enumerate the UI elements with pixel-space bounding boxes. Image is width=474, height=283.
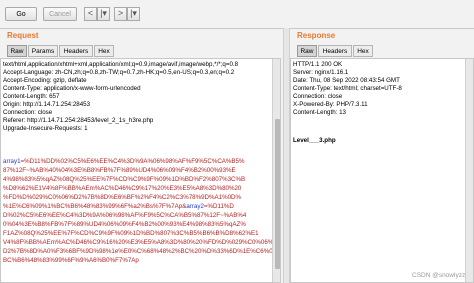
forward-button[interactable]: > (114, 7, 127, 21)
response-line: Connection: close (293, 93, 343, 100)
pane-splitter[interactable] (283, 28, 290, 283)
body-line: %1E%C6%09%1%BC%B6%48%83%99%6F%a2%Bs%7F%7… (3, 203, 234, 210)
tab-raw[interactable]: Raw (297, 45, 317, 57)
response-line: Content-Type: text/html; charset=UTF-8 (293, 85, 402, 92)
header-line: text/html,application/xhtml+xml,applicat… (3, 61, 239, 68)
param-value: %D11%D (207, 203, 234, 210)
body-line: %D8%62%E1V4%8F%BB%AEm%AC%D46%C9%17%20%E3… (3, 185, 242, 192)
body-line: 4%98%83%5%qAZ%08Q%25%EE%7F%CD%C9%9F%09%1… (3, 176, 246, 183)
chevron-down-icon: |▾ (130, 8, 137, 18)
request-title: Request (7, 31, 39, 40)
response-line: X-Powered-By: PHP/7.3.11 (293, 101, 368, 108)
toolbar: Go Cancel < |▾ > |▾ (0, 0, 474, 29)
tab-headers[interactable]: Headers (318, 45, 352, 57)
response-body-line: Level___3.php (293, 137, 336, 144)
cancel-button[interactable]: Cancel (43, 7, 77, 21)
header-line: Content-Length: 657 (3, 93, 60, 100)
request-scrollbar[interactable] (272, 59, 280, 282)
request-editor[interactable]: text/html,application/xhtml+xml,applicat… (0, 58, 281, 283)
forward-dropdown[interactable]: |▾ (127, 7, 140, 21)
back-dropdown[interactable]: |▾ (97, 7, 110, 21)
param-value: %D11%DD%02%C5%E6%EE%C4%3D%9A%06%98%AF%F9… (24, 158, 245, 165)
header-line: Referer: http://1.14.71.254:28453/level_… (3, 117, 154, 124)
response-line: Server: nginx/1.16.1 (293, 69, 349, 76)
response-editor[interactable]: HTTP/1.1 200 OK Server: nginx/1.16.1 Dat… (290, 58, 474, 283)
body-line: F1AZ%08Q%25%EE%7F%CD%C9%9F%09%1D%BD%807%… (3, 230, 259, 237)
tab-hex[interactable]: Hex (353, 45, 373, 57)
body-line: D%02%C5%E6%EE%C4%3D%9A%06%98%AF%F9%5C%CA… (3, 212, 247, 219)
tab-params[interactable]: Params (28, 45, 58, 57)
header-line: Accept-Encoding: gzip, deflate (3, 77, 87, 84)
body-line: array1=%D11%DD%02%C5%E6%EE%C4%3D%9A%06%9… (3, 158, 245, 166)
header-line: Origin: http://1.14.71.254:28453 (3, 101, 91, 108)
response-line: Content-Length: 13 (293, 109, 346, 116)
response-line: Date: Thu, 08 Sep 2022 08:43:54 GMT (293, 77, 400, 84)
chevron-down-icon: |▾ (100, 8, 107, 18)
body-line: 87%12F~%AB%40%04%3E%B8%FB%7F%89%UD4%06%0… (3, 167, 236, 174)
body-line: %FD%D%029%C0%06%D2%7B%8D%E6%BF%2%F4%C2%C… (3, 194, 241, 201)
back-button[interactable]: < (84, 7, 97, 21)
param-name-array2: array2 (186, 203, 204, 210)
tab-headers[interactable]: Headers (59, 45, 93, 57)
body-line: BC%B6%48%83%99%6F%9%A6%B0%F7%7Ap (3, 257, 139, 264)
response-line: HTTP/1.1 200 OK (293, 61, 343, 68)
header-line: Connection: close (3, 109, 53, 116)
body-line: D2%7B%8D%A0%F3%6BF%9D%98%1e%E0%C%68%48%2… (3, 248, 281, 255)
chevron-right-icon: > (117, 8, 124, 18)
header-line: Content-Type: application/x-www-form-url… (3, 85, 141, 92)
response-scrollbar[interactable] (465, 59, 473, 282)
tab-raw[interactable]: Raw (7, 45, 27, 57)
scrollbar-thumb[interactable] (275, 119, 280, 269)
header-line: Accept-Language: zh-CN,zh;q=0.8,zh-TW;q=… (3, 69, 235, 76)
tab-hex[interactable]: Hex (94, 45, 114, 57)
response-title: Response (297, 31, 336, 40)
go-button[interactable]: Go (5, 7, 37, 21)
body-line: 0%04%3E%B8%FB%7F%89%UD4%06%09%F4%B2%00%9… (3, 221, 246, 228)
param-value: %1E%C6%09%1%BC%B6%48%83%99%6F%a2%Bs%7F%7… (3, 203, 183, 210)
body-line: V4%8F%BB%AEm%AC%D46%C9%16%20%E3%E5%A8%3D… (3, 239, 278, 246)
param-name-array1: array1 (3, 158, 21, 165)
watermark: CSDN @snowlyzz (412, 272, 466, 279)
chevron-left-icon: < (87, 8, 94, 18)
header-line: Upgrade-Insecure-Requests: 1 (3, 125, 88, 132)
